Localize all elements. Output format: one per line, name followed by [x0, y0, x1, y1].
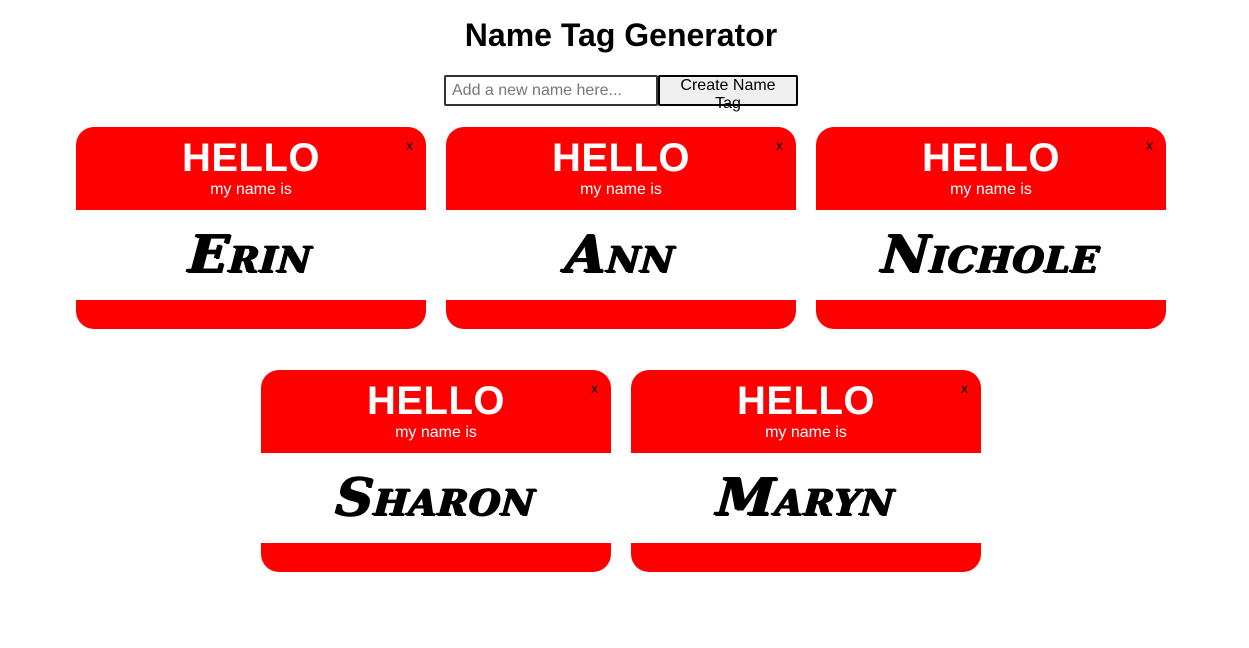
page: Name Tag Generator Create Name Tag xHELL… — [0, 0, 1249, 648]
tag-name: Maryn — [714, 467, 898, 528]
remove-tag-button[interactable]: x — [961, 381, 968, 395]
tag-name: Nichole — [879, 224, 1103, 285]
tag-hello-text: HELLO — [366, 379, 506, 423]
create-name-tag-button[interactable]: Create Name Tag — [658, 75, 798, 112]
name-input[interactable] — [444, 75, 658, 106]
tag-name-area: Sharon — [261, 453, 611, 543]
name-tags-container: x HELLO my name is Erin x HELLO my name is Ann x… — [66, 127, 1176, 572]
tag-subtitle: my name is — [210, 181, 292, 198]
name-tag: x HELLO my name is Maryn — [631, 370, 981, 572]
add-name-form: Create Name Tag — [444, 75, 798, 112]
tag-header: HELLO my name is — [446, 127, 796, 210]
tag-name: Sharon — [334, 467, 539, 528]
tag-header: HELLO my name is — [816, 127, 1166, 210]
tag-name: Ann — [564, 224, 678, 285]
name-tag: x HELLO my name is Sharon — [261, 370, 611, 572]
tag-name: Erin — [187, 224, 315, 285]
tag-subtitle: my name is — [395, 424, 477, 441]
name-tag: x HELLO my name is Erin — [76, 127, 426, 329]
tag-hello-text: HELLO — [736, 379, 876, 423]
tag-hello-text: HELLO — [181, 136, 321, 180]
tag-subtitle: my name is — [580, 181, 662, 198]
name-tag: x HELLO my name is Ann — [446, 127, 796, 329]
tag-name-area: Ann — [446, 210, 796, 300]
tag-subtitle: my name is — [765, 424, 847, 441]
tag-hello-text: HELLO — [921, 136, 1061, 180]
tag-header: HELLO my name is — [76, 127, 426, 210]
remove-tag-button[interactable]: x — [406, 138, 413, 152]
page-title: Name Tag Generator — [464, 17, 778, 53]
tag-hello-text: HELLO — [551, 136, 691, 180]
tag-header: HELLO my name is — [631, 370, 981, 453]
tag-header: HELLO my name is — [261, 370, 611, 453]
remove-tag-button[interactable]: x — [1146, 138, 1153, 152]
tag-name-area: Maryn — [631, 453, 981, 543]
remove-tag-button[interactable]: x — [776, 138, 783, 152]
name-tag: x HELLO my name is Nichole — [816, 127, 1166, 329]
remove-tag-button[interactable]: x — [591, 381, 598, 395]
tag-subtitle: my name is — [950, 181, 1032, 198]
tag-name-area: Nichole — [816, 210, 1166, 300]
tag-name-area: Erin — [76, 210, 426, 300]
